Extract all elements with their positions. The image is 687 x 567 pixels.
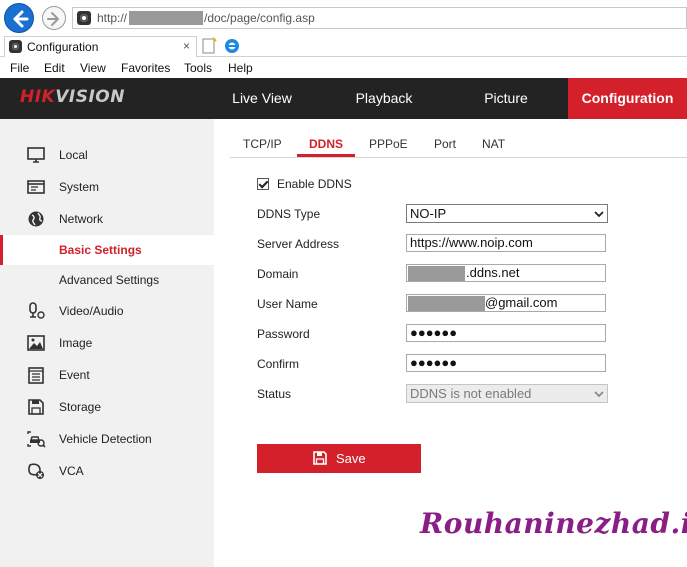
user-name-suffix: @gmail.com: [485, 295, 558, 310]
microphone-icon: [29, 302, 45, 319]
menu-view[interactable]: View: [80, 61, 106, 75]
ddns-type-label: DDNS Type: [257, 207, 321, 221]
menu-edit[interactable]: Edit: [44, 61, 65, 75]
chevron-down-icon: [594, 391, 604, 398]
status-value: DDNS is not enabled: [410, 386, 532, 401]
hikvision-logo: HIKVISION: [20, 87, 125, 107]
nav-live-view[interactable]: Live View: [214, 78, 310, 119]
url-field[interactable]: http:// /doc/page/config.asp: [72, 7, 687, 29]
confirm-label: Confirm: [257, 357, 300, 371]
tab-ddns[interactable]: DDNS: [309, 137, 343, 151]
calendar-icon: [28, 367, 44, 384]
user-name-label: User Name: [257, 297, 318, 311]
user-name-input[interactable]: @gmail.com: [406, 294, 606, 312]
save-button[interactable]: Save: [257, 444, 421, 473]
image-icon: [27, 335, 45, 351]
vca-icon: [28, 463, 44, 479]
status-select: DDNS is not enabled: [406, 384, 608, 403]
sidebar: Local System Network Basic Settings Adva…: [0, 119, 214, 567]
tab-title: Configuration: [27, 40, 99, 54]
enable-ddns-checkbox[interactable]: [257, 178, 269, 190]
watermark: Rouhaninezhad.ir: [420, 507, 687, 540]
floppy-icon: [28, 399, 44, 415]
domain-input[interactable]: .ddns.net: [406, 264, 606, 282]
active-tab-indicator: [297, 154, 355, 157]
sidebar-item-image[interactable]: Image: [0, 328, 214, 358]
site-favicon-icon: [77, 11, 91, 25]
url-prefix: http://: [97, 11, 128, 25]
sidebar-item-local[interactable]: Local: [0, 140, 214, 170]
arrow-left-icon: [13, 10, 29, 28]
status-label: Status: [257, 387, 292, 401]
browser-tab-configuration[interactable]: Configuration ×: [4, 36, 197, 57]
back-button[interactable]: [4, 3, 34, 33]
user-name-redacted: [408, 296, 485, 311]
new-page-icon: [202, 37, 217, 54]
sidebar-item-storage[interactable]: Storage: [0, 392, 214, 422]
close-tab-icon[interactable]: ×: [183, 39, 190, 53]
url-path: /doc/page/config.asp: [204, 11, 315, 25]
nav-playback[interactable]: Playback: [336, 78, 432, 119]
sidebar-item-video-audio[interactable]: Video/Audio: [0, 296, 214, 326]
browser-tab-strip: Configuration ×: [0, 35, 687, 57]
ddns-type-value: NO-IP: [410, 206, 447, 221]
server-address-label: Server Address: [257, 237, 340, 251]
app-header: HIKVISION Live View Playback Picture Con…: [0, 78, 687, 119]
browser-menu-bar: File Edit View Favorites Tools Help: [0, 58, 687, 78]
system-icon: [27, 180, 45, 194]
arrow-right-icon: [47, 12, 59, 26]
globe-icon: [28, 211, 44, 227]
internet-explorer-icon: [225, 39, 239, 53]
password-label: Password: [257, 327, 310, 341]
internet-explorer-button[interactable]: [222, 37, 242, 55]
domain-label: Domain: [257, 267, 299, 281]
tab-port[interactable]: Port: [434, 137, 456, 151]
sidebar-item-network[interactable]: Network: [0, 204, 214, 234]
browser-address-bar: http:// /doc/page/config.asp: [0, 0, 687, 35]
chevron-down-icon: [594, 211, 604, 218]
menu-tools[interactable]: Tools: [184, 61, 212, 75]
monitor-icon: [27, 147, 45, 163]
nav-configuration[interactable]: Configuration: [568, 78, 687, 119]
enable-ddns-label: Enable DDNS: [277, 177, 352, 191]
sidebar-item-vca[interactable]: VCA: [0, 456, 214, 486]
forward-button[interactable]: [42, 6, 66, 30]
password-input[interactable]: ●●●●●●: [406, 324, 606, 342]
url-redacted-host: [129, 11, 203, 25]
domain-suffix: .ddns.net: [466, 265, 520, 280]
tab-favicon-icon: [9, 40, 22, 53]
sidebar-item-advanced-settings[interactable]: Advanced Settings: [0, 265, 214, 295]
confirm-password-input[interactable]: ●●●●●●: [406, 354, 606, 372]
network-subtabs: TCP/IP DDNS PPPoE Port NAT: [230, 124, 687, 158]
menu-help[interactable]: Help: [228, 61, 253, 75]
tab-pppoe[interactable]: PPPoE: [369, 137, 408, 151]
tab-nat[interactable]: NAT: [482, 137, 505, 151]
sidebar-item-basic-settings[interactable]: Basic Settings: [0, 235, 214, 265]
new-tab-button[interactable]: [200, 37, 218, 55]
sidebar-item-vehicle-detection[interactable]: Vehicle Detection: [0, 424, 214, 454]
menu-file[interactable]: File: [10, 61, 29, 75]
domain-redacted: [408, 266, 465, 281]
sidebar-item-system[interactable]: System: [0, 172, 214, 202]
vehicle-detection-icon: [27, 431, 46, 448]
nav-picture[interactable]: Picture: [458, 78, 554, 119]
tab-tcp-ip[interactable]: TCP/IP: [243, 137, 282, 151]
menu-favorites[interactable]: Favorites: [121, 61, 170, 75]
server-address-input[interactable]: https://www.noip.com: [406, 234, 606, 252]
ddns-type-select[interactable]: NO-IP: [406, 204, 608, 223]
sidebar-item-event[interactable]: Event: [0, 360, 214, 390]
floppy-icon: [313, 451, 327, 465]
